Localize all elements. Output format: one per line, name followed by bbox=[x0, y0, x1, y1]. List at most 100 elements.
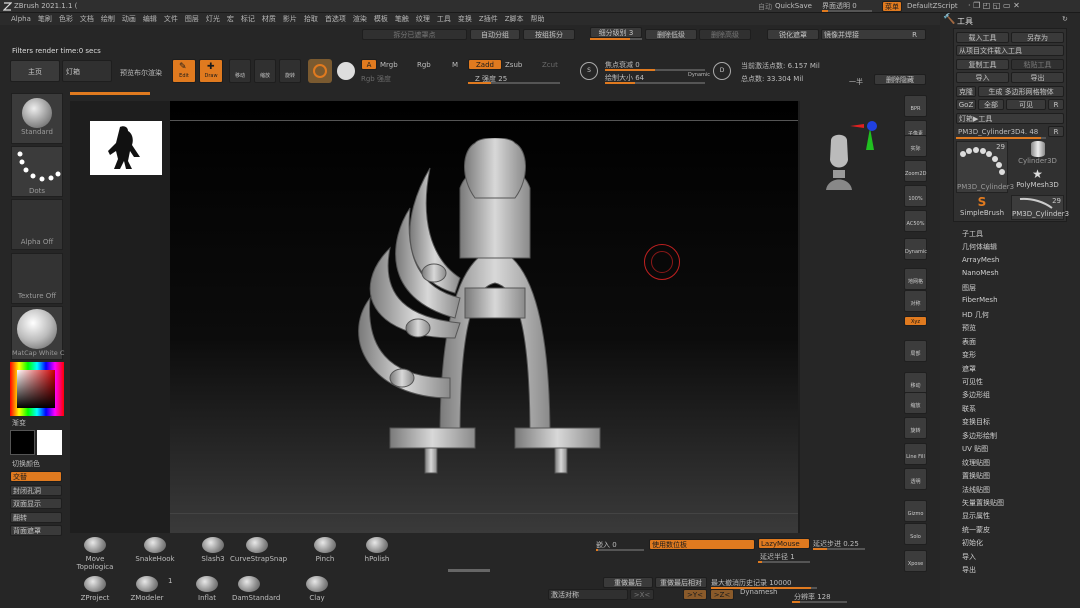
tool-thumb-simplebrush[interactable]: S SimpleBrush bbox=[956, 195, 1008, 220]
current-tool-slider[interactable]: PM3D_Cylinder3D4. 48 bbox=[958, 128, 1038, 136]
tool-section-10[interactable]: 遮罩 bbox=[962, 364, 976, 374]
ui-transparency-track[interactable] bbox=[822, 10, 872, 12]
shelf-scroll-handle[interactable] bbox=[448, 569, 490, 572]
sym-z-button[interactable]: >Z< bbox=[710, 589, 734, 600]
draw-mode-button[interactable]: ✚ Draw bbox=[199, 59, 223, 83]
menu-item[interactable]: 材质 bbox=[262, 13, 276, 25]
lazy-radius-track[interactable] bbox=[758, 561, 810, 563]
menu-item[interactable]: 图层 bbox=[185, 13, 199, 25]
brush-0[interactable]: Move Topologica bbox=[68, 537, 122, 571]
brush-4[interactable]: Pinch bbox=[298, 537, 352, 563]
window-controls[interactable]: · ❐ ◰ ◱ ▭ ✕ bbox=[968, 1, 1020, 10]
right-toolbar-18[interactable]: Xpose bbox=[904, 550, 927, 572]
tool-thumb-pm3d-cylinder-2[interactable]: 29 PM3D_Cylinder3 bbox=[1011, 195, 1069, 220]
tool-section-7[interactable]: 预览 bbox=[962, 323, 976, 333]
move-mode-button[interactable]: 移动 bbox=[229, 59, 251, 83]
menu-item[interactable]: 工具 bbox=[437, 13, 451, 25]
preview-render-button[interactable]: 预览布尔渲染 bbox=[120, 68, 162, 78]
draw-size-track[interactable] bbox=[605, 82, 705, 84]
back-mask-button[interactable]: 背面遮罩 bbox=[10, 525, 62, 536]
brush-row2-3[interactable]: DamStandard bbox=[232, 576, 280, 602]
menu-item[interactable]: 编辑 bbox=[143, 13, 157, 25]
menu-button[interactable]: 菜单 bbox=[882, 1, 902, 12]
matcap-slot[interactable]: MatCap White C bbox=[11, 306, 64, 360]
tool-section-13[interactable]: 联系 bbox=[962, 404, 976, 414]
menu-item[interactable]: 变换 bbox=[458, 13, 472, 25]
tool-section-15[interactable]: 多边形绘制 bbox=[962, 431, 997, 441]
secondary-color-swatch[interactable] bbox=[37, 430, 62, 455]
tool-section-21[interactable]: 显示属性 bbox=[962, 511, 990, 521]
brush-row2-4[interactable]: Clay bbox=[300, 576, 334, 602]
zsub-button[interactable]: Zsub bbox=[505, 61, 522, 69]
menu-item[interactable]: 帮助 bbox=[531, 13, 545, 25]
quicksave-button[interactable]: QuickSave bbox=[775, 2, 812, 10]
menu-item[interactable]: 笔触 bbox=[395, 13, 409, 25]
lazy-step-track[interactable] bbox=[813, 548, 865, 550]
orientation-head-icon[interactable] bbox=[826, 132, 852, 190]
rotate-mode-button[interactable]: 旋转 bbox=[279, 59, 301, 83]
tool-section-2[interactable]: ArrayMesh bbox=[962, 256, 999, 264]
right-toolbar-4[interactable]: 100% bbox=[904, 185, 927, 207]
menu-item[interactable]: 影片 bbox=[283, 13, 297, 25]
switch-color-button[interactable]: 切换颜色 bbox=[12, 459, 40, 469]
replay-last-relative-button[interactable]: 重做最后相对 bbox=[655, 577, 707, 588]
menu-item[interactable]: 标记 bbox=[241, 13, 255, 25]
edit-mode-button[interactable]: ✎ Edit bbox=[172, 59, 196, 83]
auto-group-button[interactable]: 自动分组 bbox=[470, 29, 520, 40]
current-tool-track[interactable] bbox=[956, 137, 1046, 139]
right-toolbar-14[interactable]: Line Fill bbox=[904, 443, 927, 465]
texture-swatch[interactable] bbox=[337, 62, 355, 80]
tool-thumb-polymesh3d[interactable]: ★ PolyMesh3D bbox=[1011, 167, 1064, 192]
paste-tool-button[interactable]: 粘贴工具 bbox=[1011, 59, 1064, 70]
right-toolbar-13[interactable]: 旋转 bbox=[904, 417, 927, 439]
right-toolbar-10[interactable]: 局部 bbox=[904, 340, 927, 362]
s-scroll-icon[interactable]: S bbox=[580, 62, 598, 80]
lightbox-tool-button[interactable]: 灯箱▶工具 bbox=[956, 113, 1064, 124]
menu-item[interactable]: 首选项 bbox=[325, 13, 346, 25]
flip-button[interactable]: 翻转 bbox=[10, 512, 62, 523]
split-hidden-button[interactable]: 拆分已遮罩点 bbox=[362, 29, 467, 40]
standard-brush-slot[interactable]: Standard bbox=[11, 93, 63, 144]
tool-section-4[interactable]: 图层 bbox=[962, 283, 976, 293]
material-swatch[interactable] bbox=[308, 59, 332, 83]
right-toolbar-8[interactable]: 对称 bbox=[904, 290, 927, 312]
lightbox-button[interactable]: 灯箱 bbox=[62, 60, 112, 82]
right-toolbar-11[interactable]: 移动 bbox=[904, 372, 927, 394]
menu-item[interactable]: Alpha bbox=[11, 13, 31, 25]
mrgb-button[interactable]: Mrgb bbox=[380, 61, 398, 69]
brush-row2-1[interactable]: ZModeler bbox=[130, 576, 164, 602]
delete-hidden-button[interactable]: 删除隐藏 bbox=[874, 74, 926, 85]
lazymouse-button[interactable]: LazyMouse bbox=[758, 538, 810, 549]
clone-button[interactable]: 克隆 bbox=[956, 86, 976, 97]
menu-item[interactable]: 文件 bbox=[164, 13, 178, 25]
half-button[interactable]: 一半 bbox=[849, 77, 863, 87]
menu-item[interactable]: 文档 bbox=[80, 13, 94, 25]
tool-section-18[interactable]: 置换贴图 bbox=[962, 471, 990, 481]
tool-section-17[interactable]: 纹理贴图 bbox=[962, 458, 990, 468]
alpha-slot[interactable]: Alpha Off bbox=[11, 199, 63, 250]
resolution-track[interactable] bbox=[792, 601, 847, 603]
menu-item[interactable]: 纹理 bbox=[416, 13, 430, 25]
default-zscript-button[interactable]: DefaultZScript bbox=[907, 2, 958, 10]
make-polymesh-button[interactable]: 生成 多边形网格物体 bbox=[978, 86, 1064, 97]
right-toolbar-0[interactable]: BPR bbox=[904, 95, 927, 117]
tool-section-11[interactable]: 可见性 bbox=[962, 377, 983, 387]
a-button[interactable]: A bbox=[361, 59, 377, 70]
menu-item[interactable]: 模板 bbox=[374, 13, 388, 25]
close-holes-button[interactable]: 封闭孔洞 bbox=[10, 485, 62, 496]
main-color-swatch[interactable] bbox=[10, 430, 35, 455]
menu-item[interactable]: 渲染 bbox=[353, 13, 367, 25]
tool-thumb-cylinder3d[interactable]: Cylinder3D bbox=[1011, 141, 1064, 166]
subdiv-level-track[interactable] bbox=[590, 38, 642, 40]
brush-1[interactable]: SnakeHook bbox=[128, 537, 182, 563]
right-toolbar-3[interactable]: Zoom2D bbox=[904, 160, 927, 182]
refresh-icon[interactable]: ↻ bbox=[1062, 15, 1068, 23]
sym-x-button[interactable]: >X< bbox=[630, 589, 654, 600]
tool-section-9[interactable]: 变形 bbox=[962, 350, 976, 360]
right-toolbar-17[interactable]: Solo bbox=[904, 523, 927, 545]
texture-slot[interactable]: Texture Off bbox=[11, 253, 63, 304]
delete-lower-button[interactable]: 删除低级 bbox=[645, 29, 697, 40]
right-toolbar-12[interactable]: 缩放 bbox=[904, 392, 927, 414]
menu-item[interactable]: 灯光 bbox=[206, 13, 220, 25]
tool-section-0[interactable]: 子工具 bbox=[962, 229, 983, 239]
